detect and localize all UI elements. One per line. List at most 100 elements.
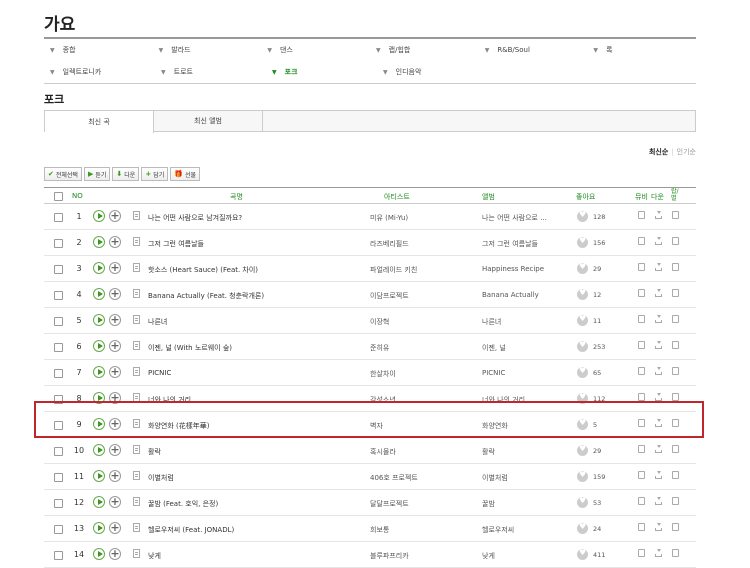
genre-item[interactable]: ▼ 인디음악 [377, 67, 488, 77]
add-icon[interactable]: + [109, 548, 121, 560]
download-icon[interactable] [655, 393, 662, 401]
artist-name[interactable]: 희보통 [370, 525, 389, 535]
song-info-icon[interactable] [133, 497, 140, 506]
play-icon[interactable] [93, 340, 105, 352]
album-name[interactable]: 낮게 [482, 551, 495, 561]
artist-name[interactable]: 혹시몰라 [370, 447, 396, 457]
genre-item[interactable]: ▼ 댄스 [261, 45, 370, 55]
song-info-icon[interactable] [133, 367, 140, 376]
artist-name[interactable]: 달달프로젝트 [370, 499, 409, 509]
artist-name[interactable]: 미유 (Mi-Yu) [370, 213, 408, 223]
lyrics-icon[interactable] [672, 263, 679, 271]
toolbar-button[interactable]: ⬇ 다운 [112, 167, 140, 181]
lyrics-icon[interactable] [672, 471, 679, 479]
row-checkbox[interactable] [54, 317, 63, 326]
add-icon[interactable]: + [109, 522, 121, 534]
download-icon[interactable] [655, 549, 662, 557]
song-title[interactable]: 이별처럼 [148, 473, 174, 483]
mv-icon[interactable] [638, 497, 645, 505]
heart-icon[interactable] [577, 314, 588, 326]
toolbar-button[interactable]: ▶ 듣기 [83, 167, 111, 181]
sort-latest-link[interactable]: 최신순 [649, 148, 668, 156]
add-icon[interactable]: + [109, 262, 121, 274]
mv-icon[interactable] [638, 237, 645, 245]
mv-icon[interactable] [638, 471, 645, 479]
song-info-icon[interactable] [133, 445, 140, 454]
lyrics-icon[interactable] [672, 211, 679, 219]
artist-name[interactable]: 블루파프리카 [370, 551, 409, 561]
artist-name[interactable]: 406호 프로젝트 [370, 473, 418, 483]
genre-item[interactable]: ▼ 랩/힙합 [370, 45, 479, 55]
genre-item[interactable]: ▼ 종합 [44, 45, 153, 55]
download-icon[interactable] [655, 211, 662, 219]
tab-latest-songs[interactable]: 최신 곡 [45, 110, 154, 133]
mv-icon[interactable] [638, 523, 645, 531]
heart-icon[interactable] [577, 210, 588, 222]
lyrics-icon[interactable] [672, 549, 679, 557]
mv-icon[interactable] [638, 393, 645, 401]
lyrics-icon[interactable] [672, 315, 679, 323]
mv-icon[interactable] [638, 367, 645, 375]
play-icon[interactable] [93, 210, 105, 222]
mv-icon[interactable] [638, 445, 645, 453]
lyrics-icon[interactable] [672, 367, 679, 375]
row-checkbox[interactable] [54, 239, 63, 248]
play-icon[interactable] [93, 522, 105, 534]
heart-icon[interactable] [577, 288, 588, 300]
artist-name[interactable]: 한살차이 [370, 369, 396, 379]
add-icon[interactable]: + [109, 444, 121, 456]
row-checkbox[interactable] [54, 343, 63, 352]
play-icon[interactable] [93, 548, 105, 560]
add-icon[interactable]: + [109, 470, 121, 482]
download-icon[interactable] [655, 445, 662, 453]
album-name[interactable]: 나른녀 [482, 317, 501, 327]
song-title[interactable]: 헬로우저씨 (Feat. JONADL) [148, 525, 234, 535]
download-icon[interactable] [655, 471, 662, 479]
artist-name[interactable]: 이담프로젝트 [370, 291, 409, 301]
tab-latest-albums[interactable]: 최신 앨범 [154, 111, 263, 131]
row-checkbox[interactable] [54, 551, 63, 560]
lyrics-icon[interactable] [672, 341, 679, 349]
song-info-icon[interactable] [133, 315, 140, 324]
download-icon[interactable] [655, 263, 662, 271]
genre-item[interactable]: ▼ 일렉트로니카 [44, 67, 155, 77]
song-info-icon[interactable] [133, 471, 140, 480]
song-title[interactable]: 이젠, 널 (With 노르웨이 숲) [148, 343, 232, 353]
song-info-icon[interactable] [133, 523, 140, 532]
mv-icon[interactable] [638, 211, 645, 219]
row-checkbox[interactable] [54, 291, 63, 300]
download-icon[interactable] [655, 315, 662, 323]
toolbar-button[interactable]: 🎁 선물 [170, 167, 201, 181]
song-title[interactable]: PICNIC [148, 369, 171, 377]
row-checkbox[interactable] [54, 369, 63, 378]
sort-popular-link[interactable]: 인기순 [677, 148, 696, 156]
album-name[interactable]: 나는 어떤 사람으로 ... [482, 213, 547, 223]
heart-icon[interactable] [577, 236, 588, 248]
genre-item[interactable]: ▼ 트로트 [155, 67, 266, 77]
album-name[interactable]: 활락 [482, 447, 495, 457]
add-icon[interactable]: + [109, 236, 121, 248]
song-info-icon[interactable] [133, 211, 140, 220]
song-info-icon[interactable] [133, 237, 140, 246]
add-icon[interactable]: + [109, 496, 121, 508]
album-name[interactable]: Happiness Recipe [482, 265, 544, 273]
mv-icon[interactable] [638, 289, 645, 297]
mv-icon[interactable] [638, 549, 645, 557]
genre-item[interactable]: ▼ 록 [587, 45, 696, 55]
play-icon[interactable] [93, 262, 105, 274]
song-title[interactable]: 활락 [148, 447, 161, 457]
download-icon[interactable] [655, 341, 662, 349]
song-title[interactable]: 낮게 [148, 551, 161, 561]
select-all-checkbox[interactable] [54, 192, 63, 201]
song-info-icon[interactable] [133, 341, 140, 350]
song-title[interactable]: 그저 그런 여름날들 [148, 239, 204, 249]
download-icon[interactable] [655, 367, 662, 375]
song-title[interactable]: 꿀밤 (Feat. 호익, 은정) [148, 499, 218, 509]
lyrics-icon[interactable] [672, 523, 679, 531]
heart-icon[interactable] [577, 496, 588, 508]
mv-icon[interactable] [638, 341, 645, 349]
heart-icon[interactable] [577, 444, 588, 456]
artist-name[interactable]: 이장혁 [370, 317, 389, 327]
lyrics-icon[interactable] [672, 445, 679, 453]
song-info-icon[interactable] [133, 263, 140, 272]
